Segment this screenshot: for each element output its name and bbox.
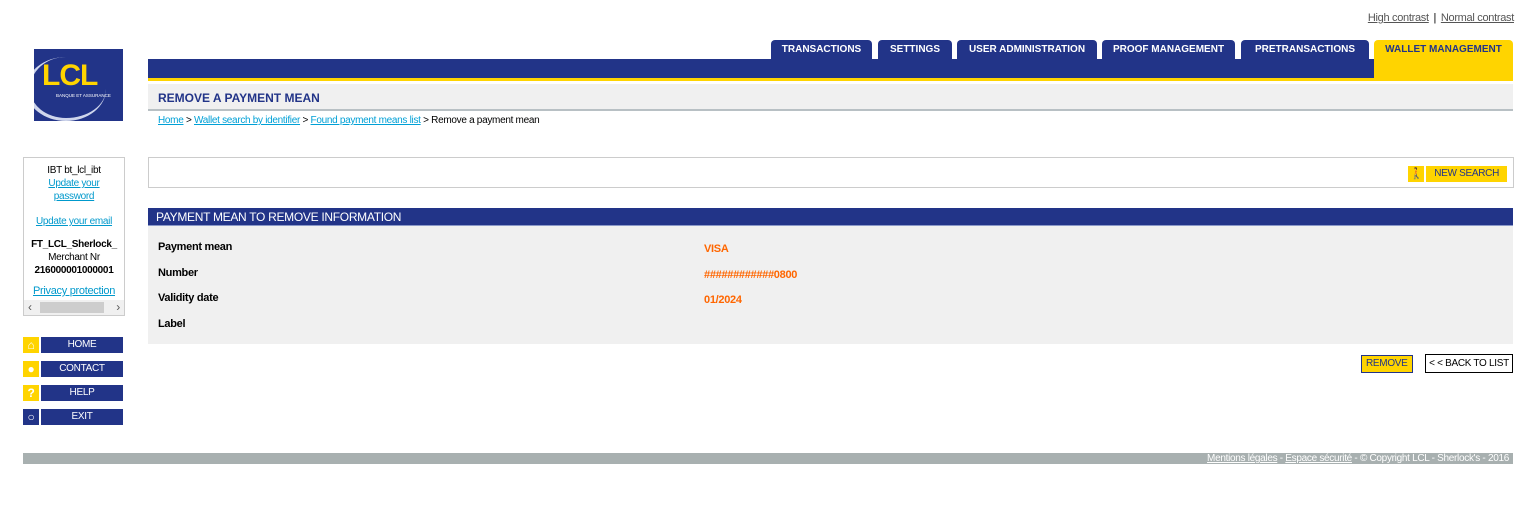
tab-underline — [148, 78, 1513, 81]
nav-home[interactable]: ⌂ HOME — [23, 337, 123, 353]
high-contrast-link[interactable]: High contrast — [1368, 12, 1429, 24]
info-value: ############0800 — [704, 269, 798, 281]
footer-separator: - — [1351, 453, 1360, 464]
info-label: Validity date — [158, 292, 219, 304]
tab-settings[interactable]: SETTINGS — [878, 40, 952, 60]
merchant-label: Merchant Nr — [48, 252, 100, 263]
info-panel-header: PAYMENT MEAN TO REMOVE INFORMATION — [148, 208, 1513, 226]
home-icon: ⌂ — [23, 337, 39, 353]
breadcrumb-separator: > — [423, 115, 429, 126]
new-search-label[interactable]: NEW SEARCH — [1426, 166, 1507, 182]
nav-help[interactable]: ? HELP — [23, 385, 123, 401]
walking-person-icon: 🚶 — [1408, 166, 1425, 182]
normal-contrast-link[interactable]: Normal contrast — [1441, 12, 1514, 24]
search-action-box: 🚶 NEW SEARCH — [148, 157, 1514, 188]
payment-mean-info-panel: PAYMENT MEAN TO REMOVE INFORMATION Payme… — [148, 208, 1513, 344]
nav-help-label[interactable]: HELP — [41, 385, 123, 401]
nav-contact[interactable]: ● CONTACT — [23, 361, 123, 377]
breadcrumb-current: Remove a payment mean — [431, 115, 540, 126]
scroll-left-icon[interactable]: ‹ — [28, 300, 32, 315]
security-space-link[interactable]: Espace sécurité — [1285, 453, 1352, 464]
legal-mentions-link[interactable]: Mentions légales — [1207, 453, 1278, 464]
question-icon: ? — [23, 385, 39, 401]
power-icon: ○ — [23, 409, 39, 425]
main-tabs: TRANSACTIONS SETTINGS USER ADMINISTRATIO… — [148, 40, 1513, 81]
speech-bubble-icon: ● — [23, 361, 39, 377]
tab-pretransactions[interactable]: PRETRANSACTIONS — [1241, 40, 1369, 60]
contrast-separator: | — [1433, 12, 1437, 24]
nav-home-label[interactable]: HOME — [41, 337, 123, 353]
info-label: Number — [158, 267, 198, 279]
page-title: REMOVE A PAYMENT MEAN — [158, 91, 320, 105]
logo-text: LCL — [42, 59, 98, 92]
privacy-protection-link[interactable]: Privacy protection — [24, 285, 124, 298]
side-navigation: ⌂ HOME ● CONTACT ? HELP ○ EXIT — [23, 337, 123, 433]
breadcrumb-found-list[interactable]: Found payment means list — [311, 115, 421, 126]
page-title-bar: REMOVE A PAYMENT MEAN — [148, 84, 1513, 111]
info-row-payment-mean: Payment mean VISA — [158, 241, 1498, 255]
update-email-link[interactable]: Update your email — [24, 215, 124, 228]
footer: Mentions légales - Espace sécurité - © C… — [23, 453, 1513, 464]
info-value: 01/2024 — [704, 294, 742, 306]
info-label: Label — [158, 318, 186, 330]
merchant-name: FT_LCL_Sherlock_ — [31, 239, 117, 250]
info-row-validity-date: Validity date 01/2024 — [158, 292, 1498, 306]
new-search-button[interactable]: 🚶 NEW SEARCH — [1408, 166, 1507, 182]
breadcrumb-separator: > — [302, 115, 309, 126]
copyright-text: © Copyright LCL - Sherlock's - 2016 — [1359, 453, 1509, 464]
scroll-right-icon[interactable]: › — [116, 300, 120, 315]
info-value: VISA — [704, 243, 729, 255]
tab-wallet-management[interactable]: WALLET MANAGEMENT — [1374, 40, 1513, 78]
update-password-link[interactable]: Update your password — [24, 177, 124, 203]
merchant-number: 216000001000001 — [34, 265, 114, 276]
nav-contact-label[interactable]: CONTACT — [41, 361, 123, 377]
contrast-switcher: High contrast | Normal contrast — [1368, 12, 1514, 24]
tab-bar — [148, 59, 1513, 78]
horizontal-scrollbar[interactable]: ‹ › — [24, 300, 124, 315]
info-row-label: Label — [158, 318, 1498, 332]
scroll-thumb[interactable] — [40, 302, 104, 313]
breadcrumb-separator: > — [185, 115, 192, 126]
tab-transactions[interactable]: TRANSACTIONS — [771, 40, 872, 60]
nav-exit-label[interactable]: EXIT — [41, 409, 123, 425]
user-info-box: IBT bt_lcl_ibt Update your password Upda… — [23, 157, 125, 316]
breadcrumb-home[interactable]: Home — [158, 115, 184, 126]
nav-exit[interactable]: ○ EXIT — [23, 409, 123, 425]
tab-proof-management[interactable]: PROOF MANAGEMENT — [1102, 40, 1235, 60]
info-row-number: Number ############0800 — [158, 267, 1498, 281]
back-to-list-button[interactable]: < < BACK TO LIST — [1425, 354, 1513, 373]
info-label: Payment mean — [158, 241, 233, 253]
tab-user-administration[interactable]: USER ADMINISTRATION — [957, 40, 1097, 60]
user-name: IBT bt_lcl_ibt — [47, 165, 101, 176]
logo-tagline: BANQUE ET ASSURANCE — [56, 93, 111, 98]
lcl-logo[interactable]: LCL BANQUE ET ASSURANCE — [34, 49, 123, 121]
breadcrumb-wallet-search[interactable]: Wallet search by identifier — [194, 115, 300, 126]
remove-button[interactable]: REMOVE — [1361, 355, 1413, 373]
breadcrumb: Home > Wallet search by identifier > Fou… — [158, 115, 540, 126]
